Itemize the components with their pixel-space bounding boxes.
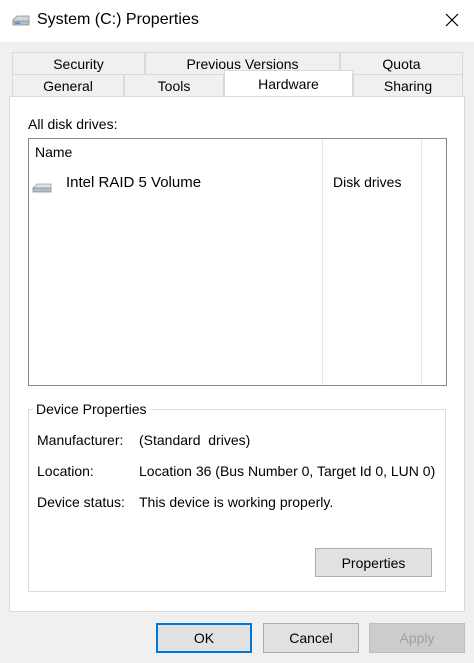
tab-security[interactable]: Security bbox=[12, 52, 145, 74]
tab-label: Sharing bbox=[383, 77, 433, 94]
disk-drive-icon bbox=[32, 180, 52, 193]
tab-tools[interactable]: Tools bbox=[124, 74, 224, 96]
cancel-button[interactable]: Cancel bbox=[263, 623, 359, 653]
disk-name: Intel RAID 5 Volume bbox=[66, 174, 202, 191]
drive-icon bbox=[12, 13, 30, 27]
column-divider bbox=[421, 139, 422, 385]
tab-general[interactable]: General bbox=[12, 74, 124, 96]
tab-label: Hardware bbox=[258, 75, 319, 92]
properties-button[interactable]: Properties bbox=[315, 548, 432, 577]
tab-quota[interactable]: Quota bbox=[340, 52, 463, 74]
disk-drives-list[interactable]: Name Intel RAID 5 Volume Disk drives bbox=[28, 138, 447, 386]
tab-label: Quota bbox=[382, 55, 421, 72]
tab-sharing[interactable]: Sharing bbox=[353, 74, 463, 96]
location-value: Location 36 (Bus Number 0, Target Id 0, … bbox=[139, 463, 436, 479]
device-properties-title: Device Properties bbox=[33, 401, 150, 417]
tab-label: Security bbox=[53, 55, 104, 72]
properties-window: System (C:) Properties Security Previous… bbox=[0, 0, 474, 663]
ok-button[interactable]: OK bbox=[156, 623, 252, 653]
manufacturer-value: (Standard drives) bbox=[139, 432, 251, 448]
tab-hardware[interactable]: Hardware bbox=[224, 70, 353, 96]
device-status-label: Device status: bbox=[37, 494, 125, 510]
close-button[interactable] bbox=[430, 0, 474, 42]
column-header-name[interactable]: Name bbox=[35, 144, 72, 160]
column-divider bbox=[322, 139, 323, 385]
disk-type: Disk drives bbox=[333, 174, 402, 190]
all-disk-drives-label: All disk drives: bbox=[28, 116, 118, 132]
apply-button[interactable]: Apply bbox=[369, 623, 465, 653]
tab-label: General bbox=[43, 77, 93, 94]
window-title: System (C:) Properties bbox=[37, 11, 199, 28]
location-label: Location: bbox=[37, 463, 94, 479]
tab-label: Tools bbox=[157, 77, 191, 94]
device-status-value: This device is working properly. bbox=[139, 494, 334, 510]
title-bar: System (C:) Properties bbox=[0, 0, 474, 42]
manufacturer-label: Manufacturer: bbox=[37, 432, 124, 448]
close-icon bbox=[445, 13, 459, 30]
